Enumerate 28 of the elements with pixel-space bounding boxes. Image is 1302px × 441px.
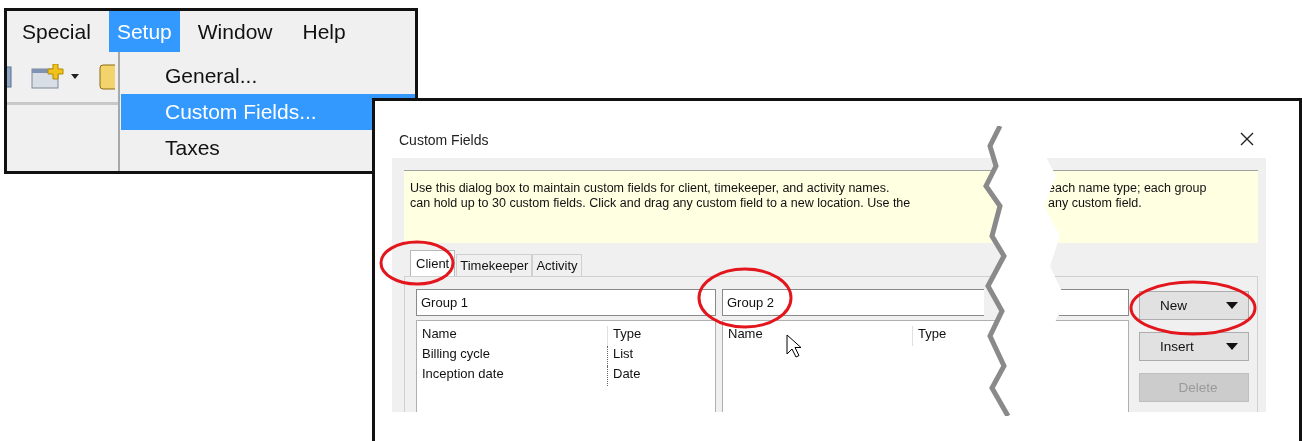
column-header[interactable]: Name (417, 326, 607, 346)
close-icon[interactable] (1240, 132, 1254, 146)
window-plus-icon[interactable] (31, 64, 65, 90)
window-title: Custom Fields (399, 132, 489, 150)
group-name-field[interactable]: Group 2 (722, 289, 984, 316)
menu-item[interactable]: Window (189, 11, 281, 52)
info-text: Use this dialog box to maintain custom fields for client, timekeeper, and activity names. can hold up to 30 custom fields. Click and drag any custom field to a new location. Use the (410, 181, 911, 212)
menu-item[interactable]: Help (294, 11, 354, 52)
caret-icon[interactable] (71, 74, 79, 80)
table-cell[interactable]: List (607, 346, 634, 366)
column-header[interactable]: Type (912, 326, 947, 346)
table-cell[interactable]: Billing cycle (417, 346, 607, 366)
dialog-button[interactable]: Insert (1139, 332, 1249, 361)
field-edge (1059, 289, 1129, 316)
mouse-cursor-icon (786, 334, 802, 358)
group-name-field[interactable]: Group 1 (416, 289, 716, 316)
table-cell[interactable]: Inception date (417, 366, 607, 386)
dialog-button[interactable]: New (1139, 291, 1249, 320)
column-header[interactable]: Name (723, 326, 912, 346)
table-cell[interactable]: Date (607, 366, 641, 386)
column-header[interactable]: Type (607, 326, 642, 346)
menu-item[interactable]: General... (121, 58, 415, 94)
caret-icon[interactable] (1226, 301, 1238, 310)
menu-item[interactable]: Special (14, 11, 99, 52)
tab[interactable]: Client (410, 250, 456, 276)
tab[interactable]: Activity (532, 254, 582, 276)
caret-icon[interactable] (1226, 342, 1238, 351)
tab[interactable]: Timekeeper (456, 254, 533, 276)
